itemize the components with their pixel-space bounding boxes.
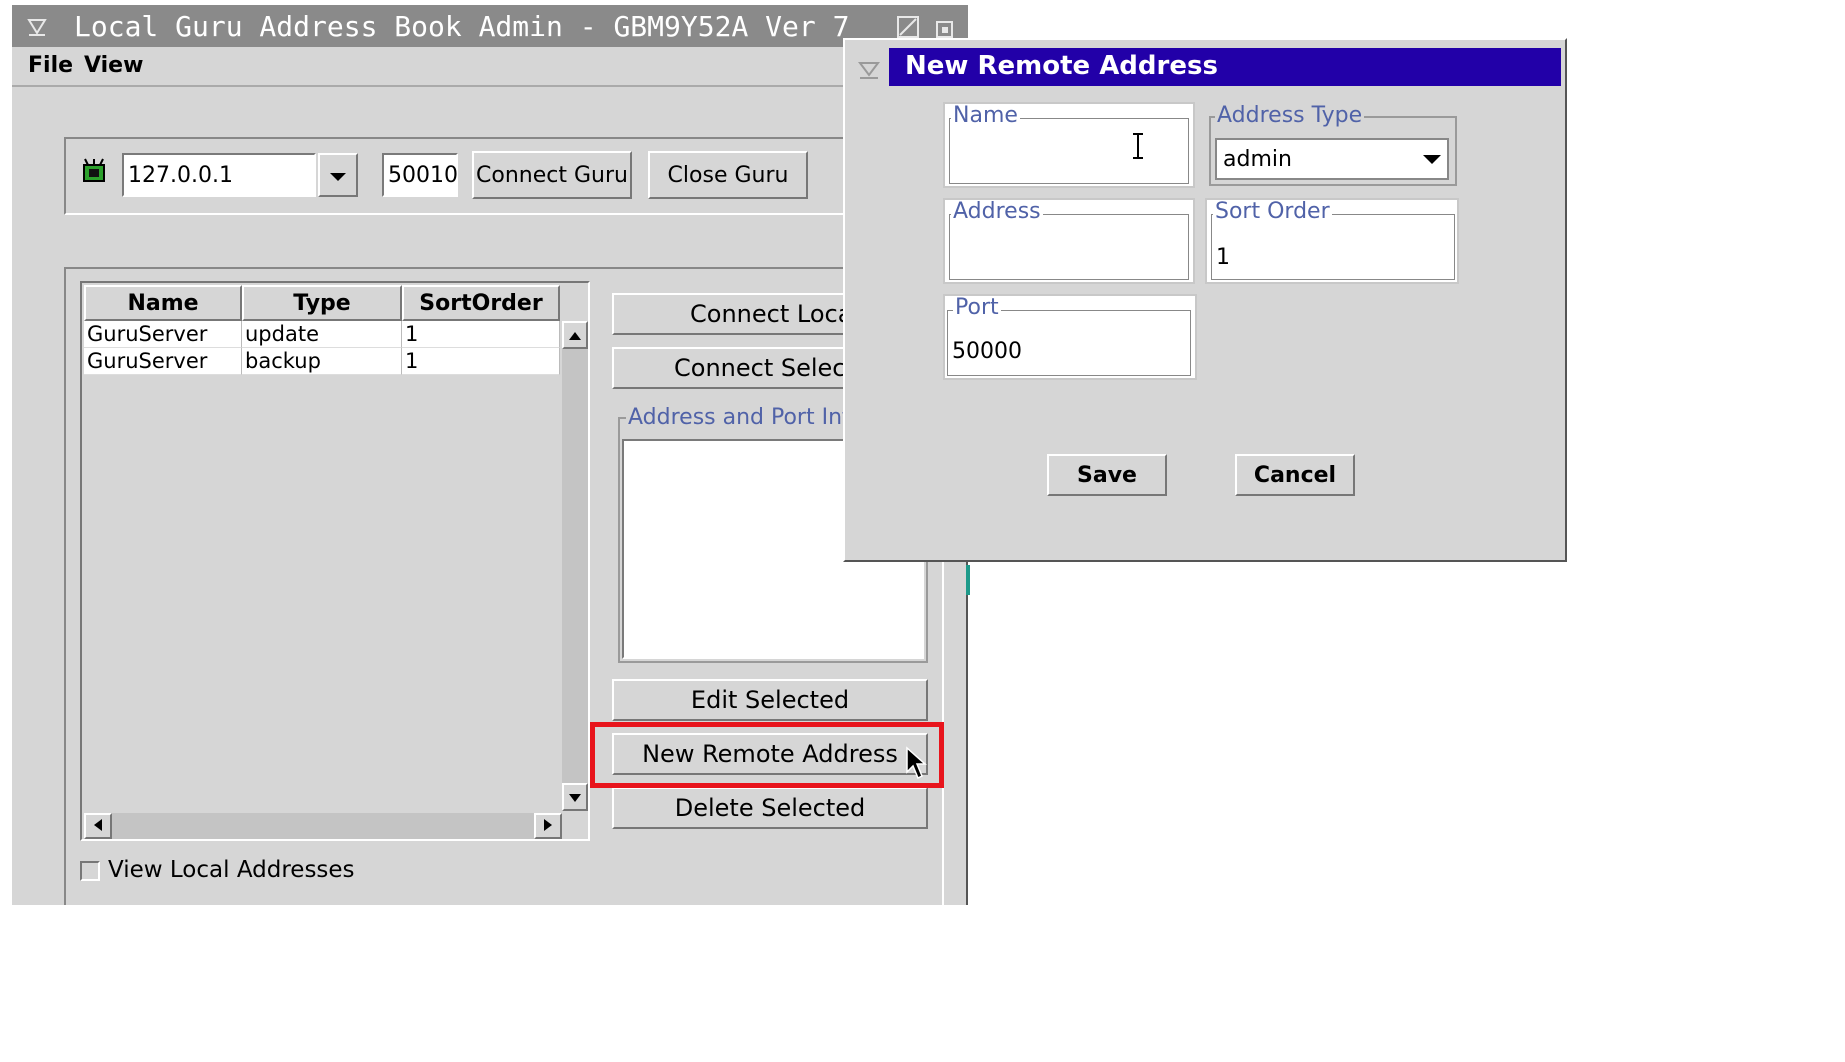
cell-sortorder: 1 [402, 321, 560, 348]
scroll-right-button[interactable] [534, 813, 562, 839]
cell-name: GuruServer [84, 348, 242, 375]
main-window-title: Local Guru Address Book Admin - GBM9Y52A… [74, 10, 850, 43]
menu-file[interactable]: File [28, 53, 73, 78]
background-window-edge [966, 565, 970, 595]
address-table: Name Type SortOrder GuruServer update 1 … [80, 281, 590, 841]
cell-type: backup [242, 348, 402, 375]
sort-order-group: 1 Sort Order [1205, 198, 1459, 284]
delete-selected-button[interactable]: Delete Selected [612, 787, 928, 829]
cell-sortorder: 1 [402, 348, 560, 375]
name-label: Name [951, 103, 1020, 128]
horizontal-scrollbar[interactable] [84, 813, 562, 839]
dialog-title: New Remote Address [905, 51, 1218, 81]
scroll-left-button[interactable] [84, 813, 112, 839]
menu-bar: File View [12, 47, 968, 87]
address-label: Address [951, 199, 1043, 224]
port-value: 50010 [388, 163, 458, 188]
scroll-down-button[interactable] [562, 783, 588, 811]
address-type-value: admin [1223, 147, 1292, 172]
scroll-up-button[interactable] [562, 321, 588, 349]
table-row[interactable]: GuruServer backup 1 [84, 348, 560, 375]
table-row[interactable]: GuruServer update 1 [84, 321, 560, 348]
chevron-down-icon [1421, 152, 1443, 171]
save-button[interactable]: Save [1047, 454, 1167, 496]
highlight-box [590, 722, 944, 788]
cell-name: GuruServer [84, 321, 242, 348]
new-remote-address-dialog: New Remote Address Name admin Address Ty… [843, 38, 1567, 562]
edit-selected-button[interactable]: Edit Selected [612, 679, 928, 721]
port-label: Port [953, 295, 1001, 320]
view-local-checkbox[interactable] [80, 861, 100, 881]
dialog-menu-icon[interactable] [857, 58, 881, 80]
column-header-name[interactable]: Name [84, 285, 242, 321]
address-type-group: admin Address Type [1209, 104, 1457, 186]
column-header-type[interactable]: Type [242, 285, 402, 321]
vertical-scrollbar[interactable] [562, 321, 588, 811]
menu-view[interactable]: View [84, 53, 143, 78]
mouse-pointer-icon [905, 746, 929, 780]
text-cursor-icon [1131, 132, 1145, 160]
connect-guru-button[interactable]: Connect Guru [472, 151, 632, 199]
arrow-left-icon [93, 817, 103, 836]
chevron-down-icon [328, 161, 348, 189]
address-type-select[interactable]: admin [1215, 138, 1449, 180]
address-panel: Name Type SortOrder GuruServer update 1 … [64, 267, 944, 905]
column-header-sortorder[interactable]: SortOrder [402, 285, 560, 321]
dialog-port-value: 50000 [952, 339, 1022, 364]
connection-panel: 127.0.0.1 50010 Connect Guru Close Guru [64, 137, 934, 215]
address-type-label: Address Type [1215, 103, 1365, 128]
maximize-icon[interactable] [896, 15, 920, 39]
name-group: Name [943, 102, 1195, 188]
sort-order-label: Sort Order [1213, 199, 1332, 224]
cancel-button[interactable]: Cancel [1235, 454, 1355, 496]
host-value: 127.0.0.1 [128, 163, 233, 188]
host-combobox[interactable]: 127.0.0.1 [122, 153, 316, 197]
arrow-down-icon [568, 788, 582, 807]
restore-icon[interactable] [934, 17, 956, 39]
address-port-info-label: Address and Port Info [626, 405, 866, 430]
network-status-icon [80, 157, 108, 185]
close-guru-button[interactable]: Close Guru [648, 151, 808, 199]
port-input[interactable]: 50010 [382, 153, 458, 197]
arrow-right-icon [543, 817, 553, 836]
address-group: Address [943, 198, 1195, 284]
arrow-up-icon [568, 326, 582, 345]
window-menu-icon[interactable] [26, 15, 48, 37]
cell-type: update [242, 321, 402, 348]
sort-order-value: 1 [1216, 245, 1230, 270]
main-title-bar[interactable]: Local Guru Address Book Admin - GBM9Y52A… [12, 5, 968, 47]
view-local-label[interactable]: View Local Addresses [108, 857, 355, 883]
host-dropdown-button[interactable] [318, 153, 358, 197]
dialog-title-bar[interactable]: New Remote Address [889, 48, 1561, 86]
port-group: 50000 Port [943, 294, 1197, 380]
